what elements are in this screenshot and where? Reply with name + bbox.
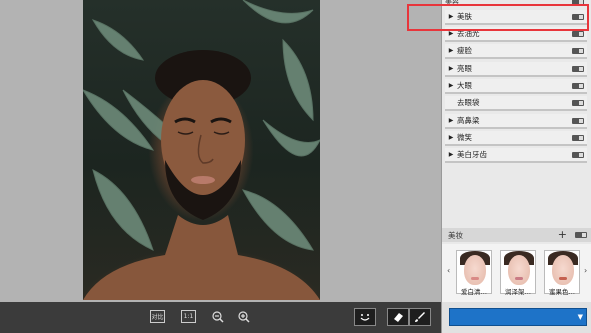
canvas-area [0,0,441,302]
toggle-switch[interactable] [572,152,584,158]
eraser-button[interactable] [387,308,409,326]
thumb-face [464,255,486,285]
makeup-header: 美妆 + [442,228,591,242]
expand-arrow-icon: ▶ [448,47,454,54]
row-label: 瘦脸 [457,46,472,55]
zoom-in-icon [237,310,250,323]
edited-photo[interactable] [83,0,320,300]
toggle-switch[interactable] [572,135,584,141]
face-icon [360,314,370,321]
thumb-face [508,255,530,285]
preset-dropdown[interactable]: ▼ [449,308,587,326]
photo-illustration [83,0,320,300]
expand-arrow-icon: ▶ [448,65,454,72]
row-label: 微笑 [457,133,472,142]
row-slim-face[interactable]: ▶ 瘦脸 [445,44,587,59]
row-nose[interactable]: ▶ 高鼻梁 [445,114,587,129]
zoom-out-icon [211,310,224,323]
next-arrow[interactable]: › [584,266,587,275]
toggle-switch[interactable] [572,118,584,124]
toggle-switch[interactable] [572,31,584,37]
thumb-lips [515,277,523,280]
toggle-switch[interactable] [572,66,584,72]
expand-arrow-icon: ▶ [448,151,454,158]
thumb-lips [559,277,567,280]
expand-arrow-icon: ▶ [448,82,454,89]
expand-arrow-icon: ▶ [448,30,454,37]
thumb-caption: 润泽架… [505,288,531,296]
thumb-face [552,255,574,285]
toggle-switch[interactable] [572,100,584,106]
compare-button[interactable]: 对比 [150,310,165,323]
compare-label: 对比 [151,314,164,321]
actual-size-label: 1:1 [183,313,194,320]
face-detect-button[interactable] [354,308,376,326]
actual-size-button[interactable]: 1:1 [181,310,196,323]
toggle-switch[interactable] [572,48,584,54]
row-label: 美白牙齿 [457,150,487,159]
bottom-toolbar: 对比 1:1 [0,302,441,333]
thumb-caption: 蜜果色… [549,288,575,296]
row-label: 亮眼 [457,64,472,73]
brush-icon [415,312,425,322]
thumb-lips [471,277,479,280]
row-label: 高鼻梁 [457,116,480,125]
row-label: 去眼袋 [457,98,480,107]
makeup-toggle[interactable] [575,232,587,238]
row-eye-bags[interactable]: 去眼袋 [445,96,587,111]
row-teeth[interactable]: ▶ 美白牙齿 [445,148,587,163]
prev-arrow[interactable]: ‹ [447,266,450,275]
zoom-out-button[interactable] [210,310,225,323]
row-smile[interactable]: ▶ 微笑 [445,131,587,146]
add-makeup-button[interactable]: + [558,228,567,241]
brush-button[interactable] [409,308,431,326]
row-big-eyes[interactable]: ▶ 大眼 [445,79,587,94]
row-label: 大眼 [457,81,472,90]
row-bright-eyes[interactable]: ▶ 亮眼 [445,62,587,77]
thumb-caption: 爱白清… [461,288,487,296]
zoom-in-button[interactable] [236,310,251,323]
highlight-frame [407,4,589,31]
expand-arrow-icon: ▶ [448,134,454,141]
dropdown-caret-icon: ▼ [577,313,583,321]
makeup-thumbnails: ‹ › 爱白清… 润泽架… 蜜果色… [442,244,591,302]
toggle-switch[interactable] [572,83,584,89]
makeup-title: 美妆 [448,230,463,240]
preset-bar: ▼ [442,302,591,333]
expand-arrow-icon: ▶ [448,117,454,124]
eraser-icon [394,313,403,322]
